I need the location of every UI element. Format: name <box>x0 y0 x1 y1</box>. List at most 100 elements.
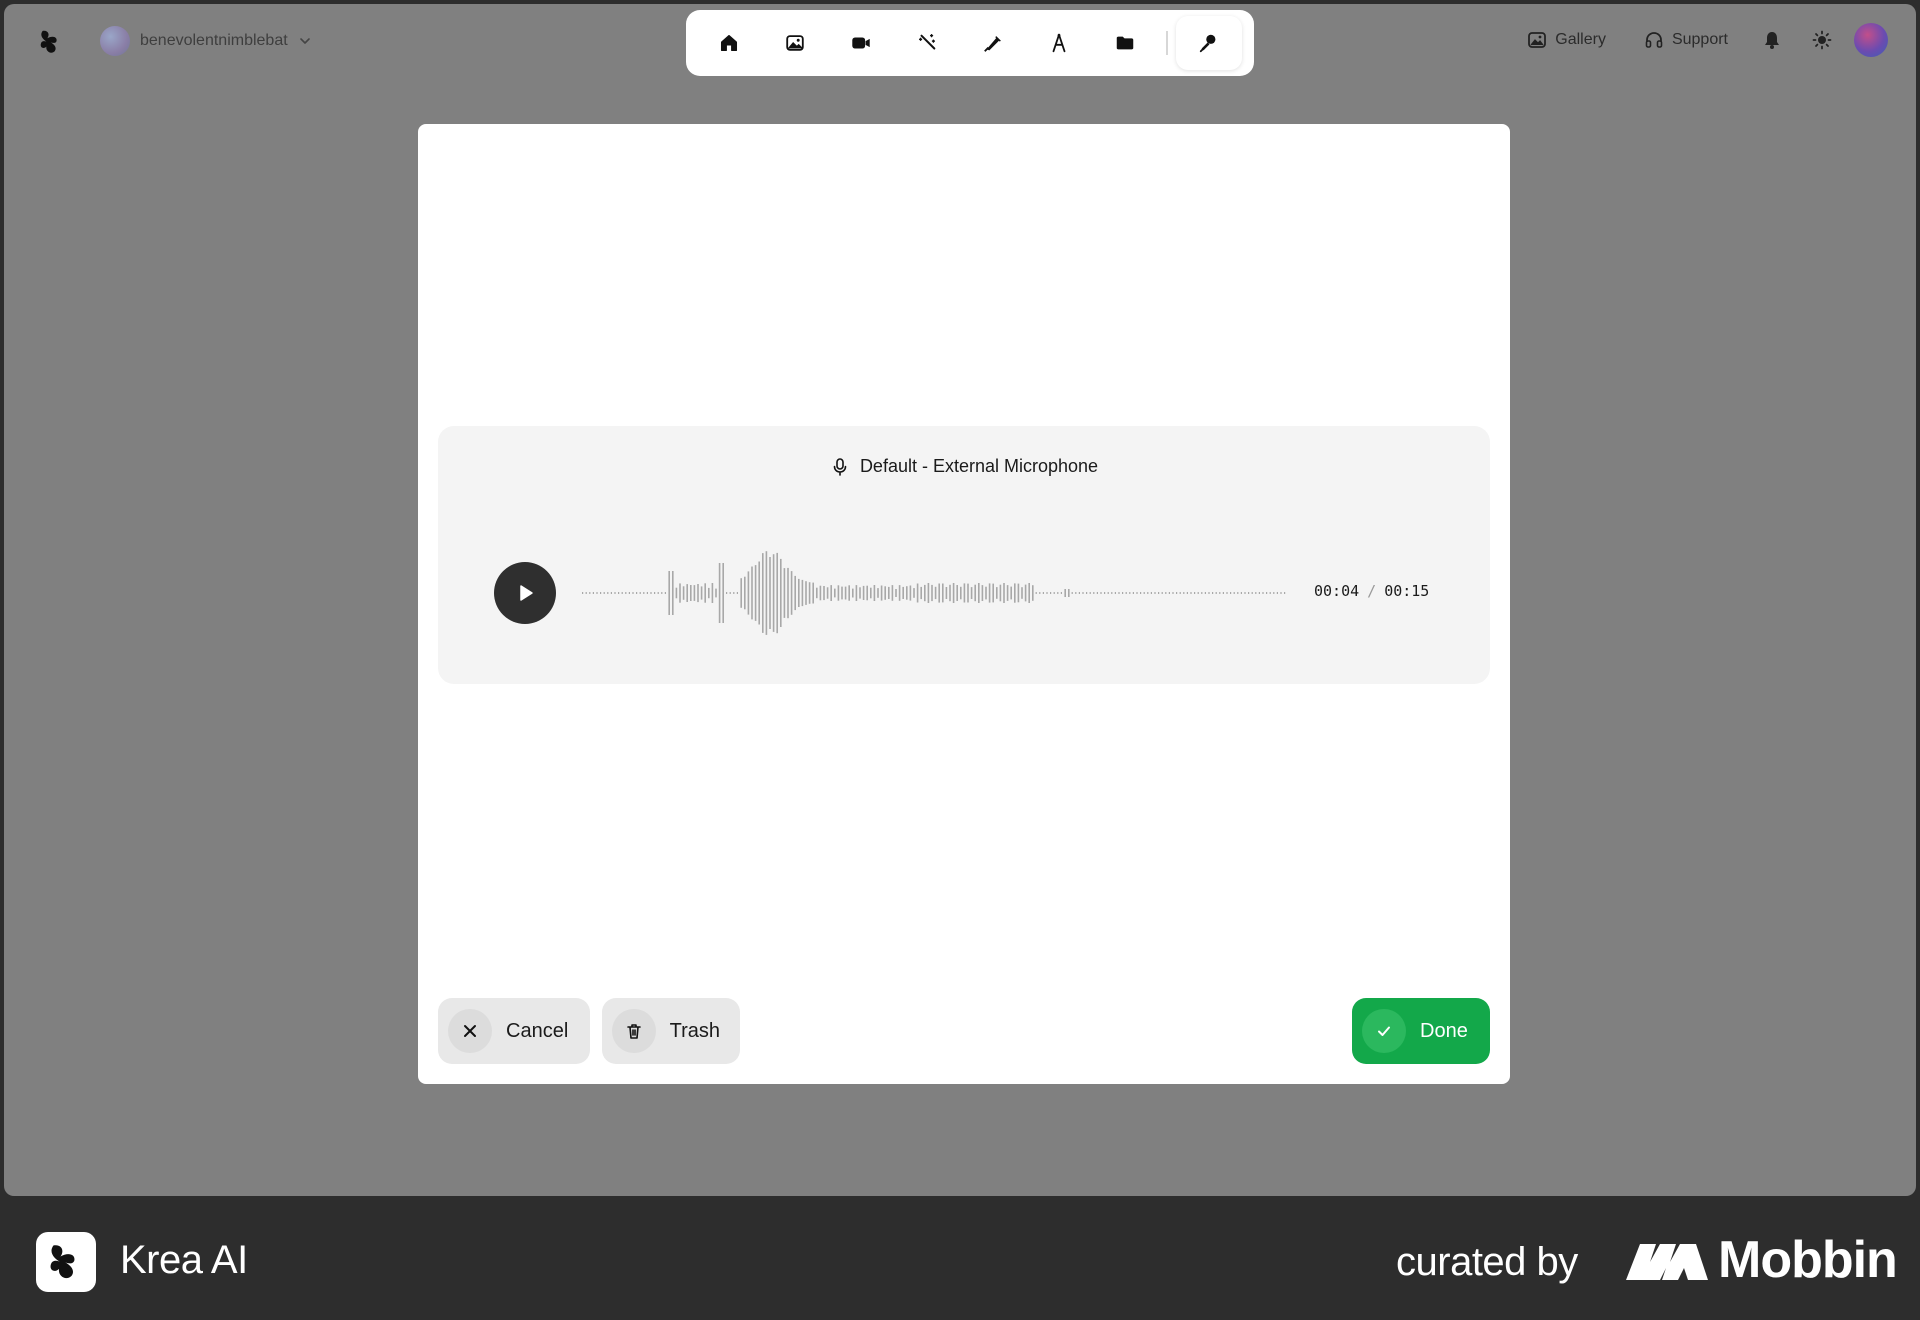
waveform-bar <box>1255 592 1257 594</box>
waveform-bar <box>1244 592 1246 594</box>
waveform-bar <box>1240 592 1242 594</box>
waveform-bar <box>1050 592 1052 594</box>
waveform-bar <box>916 583 919 603</box>
audio-waveform[interactable] <box>582 546 1288 640</box>
waveform-bar <box>1104 592 1106 594</box>
waveform-bar <box>690 585 692 601</box>
tool-image[interactable] <box>762 16 828 70</box>
image-icon <box>786 35 804 51</box>
gallery-label: Gallery <box>1555 31 1606 48</box>
waveform-bar <box>614 592 616 594</box>
trash-label: Trash <box>669 1019 720 1042</box>
waveform-bar <box>668 571 670 615</box>
done-button[interactable]: Done <box>1352 998 1490 1064</box>
magic-wand-icon <box>918 34 936 50</box>
waveform-bar <box>1125 592 1127 594</box>
krea-logo-icon[interactable] <box>38 28 64 56</box>
waveform-bar <box>1042 592 1044 594</box>
waveform-bar <box>1035 592 1037 594</box>
waveform-bar <box>945 587 948 599</box>
tool-text[interactable] <box>1026 16 1092 70</box>
waveform-bar <box>870 587 872 599</box>
waveform-bar <box>891 585 894 601</box>
trash-button[interactable]: Trash <box>602 998 740 1064</box>
playback-time: 00:04 / 00:15 <box>1314 582 1429 600</box>
waveform-bar <box>920 586 922 600</box>
waveform-bar <box>913 588 915 598</box>
play-button[interactable] <box>494 562 556 624</box>
waveform-bar <box>848 585 850 601</box>
support-label: Support <box>1671 31 1728 48</box>
waveform-bar <box>855 585 858 601</box>
waveform-bar <box>1100 592 1102 594</box>
sun-icon <box>1812 30 1832 50</box>
waveform-bar <box>1212 592 1214 594</box>
waveform-bar <box>582 592 584 594</box>
theme-toggle-button[interactable] <box>1804 22 1840 58</box>
waveform-bar <box>704 583 706 603</box>
waveform-bar <box>823 586 825 601</box>
attribution-bar: Krea AI curated by Mobbin <box>0 1200 1920 1320</box>
waveform-bar <box>1006 585 1009 601</box>
waveform-bar <box>1075 592 1077 594</box>
waveform-bar <box>1269 592 1271 594</box>
waveform-bar <box>830 585 832 601</box>
waveform-bar <box>729 592 731 594</box>
waveform-bar <box>618 592 620 594</box>
waveform-bar <box>888 586 890 599</box>
waveform-bar <box>1201 592 1203 594</box>
check-icon <box>1362 1009 1406 1053</box>
waveform-bar <box>1226 592 1228 594</box>
waveform-bar <box>967 583 969 603</box>
waveform-bar <box>1057 592 1059 594</box>
waveform-bar <box>1208 592 1210 594</box>
gallery-link[interactable]: Gallery <box>1515 24 1618 56</box>
waveform-bar <box>834 588 836 598</box>
waveform-bar <box>1154 592 1156 594</box>
waveform-bar <box>711 583 714 603</box>
waveform-bar <box>765 551 768 635</box>
waveform-bar <box>603 592 605 594</box>
tool-home[interactable] <box>696 16 762 70</box>
waveform-bar <box>1183 592 1185 594</box>
waveform-bar <box>790 571 793 615</box>
support-link[interactable]: Support <box>1632 24 1740 56</box>
waveform-bar <box>621 592 623 594</box>
input-device: Default - External Microphone <box>438 456 1490 477</box>
tool-assets[interactable] <box>1092 16 1158 70</box>
mobbin-logo-icon <box>1626 1244 1708 1280</box>
audio-recorder-modal: Default - External Microphone 00:04 / 00… <box>418 124 1510 1084</box>
tool-draw[interactable] <box>960 16 1026 70</box>
waveform-bar <box>700 586 703 600</box>
waveform-bar <box>963 583 966 603</box>
waveform-bar <box>740 578 742 608</box>
waveform-bar <box>1017 583 1020 603</box>
waveform-bar <box>1251 592 1253 594</box>
user-avatar[interactable] <box>1854 23 1888 57</box>
tool-audio[interactable] <box>1176 16 1242 70</box>
waveform-bar <box>927 583 930 603</box>
tool-enhance[interactable] <box>894 16 960 70</box>
waveform-bar <box>1233 592 1235 594</box>
notifications-button[interactable] <box>1754 22 1790 58</box>
waveform-bar <box>880 585 883 601</box>
cancel-button[interactable]: Cancel <box>438 998 590 1064</box>
waveform-bar <box>812 582 814 604</box>
waveform-bar <box>1086 592 1088 594</box>
waveform-bar <box>1096 592 1098 594</box>
waveform-bar <box>718 563 721 623</box>
waveform-bar <box>1024 584 1027 602</box>
account-avatar <box>100 26 130 56</box>
waveform-bar <box>654 592 656 594</box>
waveform-bar <box>1093 592 1095 594</box>
account-switcher[interactable]: benevolentnimblebat <box>100 25 312 57</box>
waveform-bar <box>837 585 840 601</box>
microphone-icon <box>1199 34 1216 53</box>
waveform-bar <box>985 586 987 600</box>
waveform-bar <box>1132 592 1134 594</box>
waveform-bar <box>1266 592 1268 594</box>
waveform-bar <box>1143 592 1145 594</box>
tool-video[interactable] <box>828 16 894 70</box>
waveform-bar <box>1039 592 1041 594</box>
waveform-bar <box>1003 583 1005 603</box>
